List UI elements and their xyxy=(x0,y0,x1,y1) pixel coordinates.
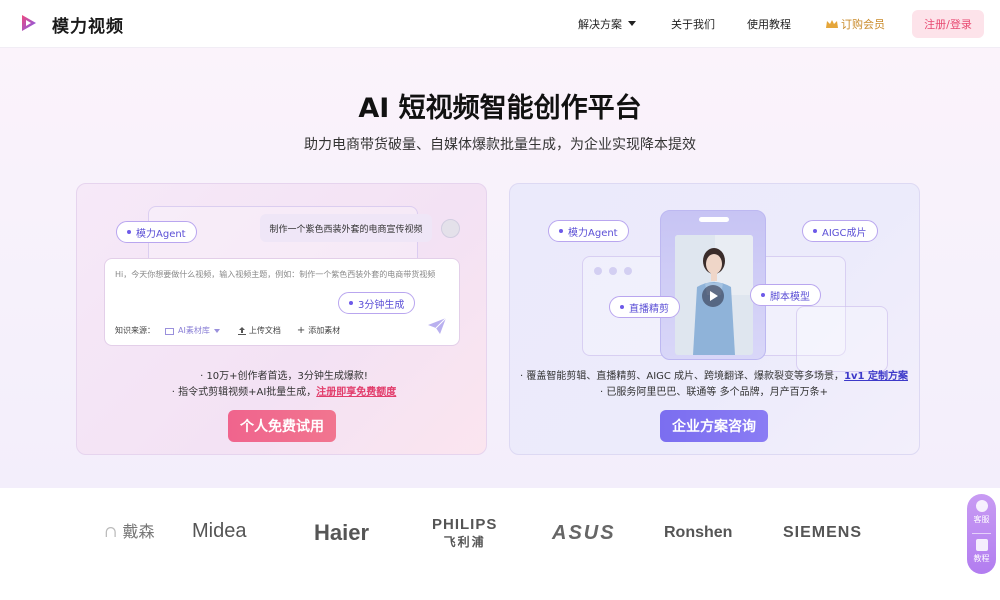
enterprise-bullet-2: · 已服务阿里巴巴、联通等 多个品牌，月产百万条+ xyxy=(600,387,828,398)
add-material-label: 添加素材 xyxy=(308,326,341,335)
side-help-widget: 客服 教程 xyxy=(967,494,996,574)
send-icon[interactable] xyxy=(427,317,447,335)
brand-name[interactable]: 模力视频 xyxy=(52,12,124,37)
nav-solutions[interactable]: 解决方案 xyxy=(578,16,636,32)
partner-logos-strip xyxy=(0,490,1000,600)
enterprise-bullet-1: · 覆盖智能剪辑、直播精剪、AIGC 成片、跨境翻译、爆款裂变等多场景，1v1 … xyxy=(520,371,908,382)
gen-time-pill: 3分钟生成 xyxy=(338,292,416,314)
dot-icon xyxy=(349,301,353,305)
live-clip-label: 直播精剪 xyxy=(629,303,669,315)
dyson-logo-text: 戴森 xyxy=(122,522,155,541)
dot-icon xyxy=(127,230,131,234)
upload-doc-button[interactable]: 上传文档 xyxy=(237,325,281,336)
nav-member[interactable]: 订购会员 xyxy=(826,16,885,32)
dot-icon xyxy=(559,229,563,233)
plus-icon: + xyxy=(296,325,306,336)
siemens-logo-text: SIEMENS xyxy=(783,524,863,541)
login-register-button[interactable]: 注册/登录 xyxy=(912,10,984,38)
nav-member-label: 订购会员 xyxy=(841,18,885,31)
live-clip-pill: 直播精剪 xyxy=(609,296,680,318)
free-quota-link[interactable]: 注册即享免费额度 xyxy=(316,387,396,398)
agent-pill: 模力Agent xyxy=(116,221,197,243)
book-icon xyxy=(975,539,988,551)
enterprise-consult-button[interactable]: 企业方案咨询 xyxy=(660,410,768,442)
source-label: 知识来源： xyxy=(115,326,155,335)
tutorial-side-label: 教程 xyxy=(973,554,990,563)
crown-icon xyxy=(826,20,838,28)
folder-icon xyxy=(165,327,174,335)
chat-toolbar: 知识来源： AI素材库 上传文档 + 添加素材 xyxy=(115,325,340,336)
enterprise-bullets: · 覆盖智能剪辑、直播精剪、AIGC 成片、跨境翻译、爆款裂变等多场景，1v1 … xyxy=(518,369,910,401)
script-model-pill: 脚本模型 xyxy=(750,284,821,306)
hero-subtitle: 助力电商带货破量、自媒体爆款批量生成，为企业实现降本提效 xyxy=(304,137,696,153)
tutorial-side-button[interactable]: 教程 xyxy=(967,539,996,564)
ronshen-logo-text: Ronshen xyxy=(664,524,733,541)
personal-bullet-2-text: 指令式剪辑视频+AI批量生成， xyxy=(178,387,317,398)
dot-icon xyxy=(761,293,765,297)
nav-tutorial[interactable]: 使用教程 xyxy=(747,16,791,32)
upload-doc-label: 上传文档 xyxy=(248,326,281,335)
personal-bullets: · 10万+创作者首选，3分钟生成爆款! · 指令式剪辑视频+AI批量生成，注册… xyxy=(168,369,400,401)
brand-logo-icon[interactable] xyxy=(20,13,38,33)
ronshen-logo: Ronshen xyxy=(664,524,732,542)
personal-bullet-1: · 10万+创作者首选，3分钟生成爆款! xyxy=(200,371,368,382)
play-icon[interactable] xyxy=(702,285,724,307)
dot-icon xyxy=(813,229,817,233)
agent-pill-label: 模力Agent xyxy=(136,228,186,240)
haier-logo-text: Haier xyxy=(314,520,370,545)
aigc-pill-label: AIGC成片 xyxy=(822,227,867,239)
philips-logo: PHILIPS 飞利浦 xyxy=(432,516,497,550)
upload-icon xyxy=(237,326,246,335)
script-model-label: 脚本模型 xyxy=(770,291,810,303)
customer-service-button[interactable]: 客服 xyxy=(967,500,996,525)
asus-logo-text: ASUS xyxy=(552,522,616,544)
nav-about[interactable]: 关于我们 xyxy=(671,16,715,32)
haier-logo: Haier xyxy=(314,520,369,546)
dyson-logo: ∩ 戴森 xyxy=(104,522,155,541)
gen-time-label: 3分钟生成 xyxy=(358,299,405,311)
source-select[interactable]: AI素材库 xyxy=(165,325,220,336)
enterprise-bullet-1-text: 覆盖智能剪辑、直播精剪、AIGC 成片、跨境翻译、爆款裂变等多场景， xyxy=(526,371,845,382)
caret-down-icon xyxy=(628,21,636,26)
personal-bullet-1-text: 10万+创作者首选，3分钟生成爆款! xyxy=(206,371,368,382)
hero-title: AI 短视频智能创作平台 xyxy=(358,93,642,124)
custom-plan-link[interactable]: 1v1 定制方案 xyxy=(844,371,908,382)
asus-logo: ASUS xyxy=(552,522,616,545)
dot-icon xyxy=(620,305,624,309)
siemens-logo: SIEMENS xyxy=(783,524,862,542)
aigc-pill: AIGC成片 xyxy=(802,220,878,242)
enterprise-bullet-2-text: 已服务阿里巴巴、联通等 多个品牌，月产百万条+ xyxy=(606,387,828,398)
user-avatar-icon xyxy=(441,219,460,238)
philips-logo-text: PHILIPS xyxy=(432,516,498,533)
customer-service-label: 客服 xyxy=(973,515,990,524)
source-select-value: AI素材库 xyxy=(178,326,210,335)
top-nav-bar: 模力视频 解决方案 关于我们 使用教程 订购会员 注册/登录 xyxy=(0,0,1000,48)
personal-bullet-2: · 指令式剪辑视频+AI批量生成，注册即享免费额度 xyxy=(171,387,397,398)
window-dots-icon xyxy=(594,267,632,275)
midea-logo-text: Midea xyxy=(192,520,247,542)
midea-logo: Midea xyxy=(192,520,246,543)
add-material-button[interactable]: + 添加素材 xyxy=(297,325,340,336)
enterprise-agent-label: 模力Agent xyxy=(568,227,618,239)
prompt-bubble: 制作一个紫色西装外套的电商宣传视频 xyxy=(260,214,432,242)
nav-solutions-label: 解决方案 xyxy=(578,18,622,31)
philips-logo-cn: 飞利浦 xyxy=(443,535,486,549)
enterprise-agent-pill: 模力Agent xyxy=(548,220,629,242)
phone-notch xyxy=(699,217,729,222)
headset-icon xyxy=(975,500,988,512)
decorative-frame xyxy=(796,306,888,372)
chat-placeholder: Hi，今天你想要做什么视频，输入视频主题，例如：制作一个紫色西装外套的电商带货视… xyxy=(115,270,436,279)
personal-trial-button[interactable]: 个人免费试用 xyxy=(228,410,336,442)
divider xyxy=(972,533,991,534)
caret-down-icon xyxy=(213,328,220,333)
